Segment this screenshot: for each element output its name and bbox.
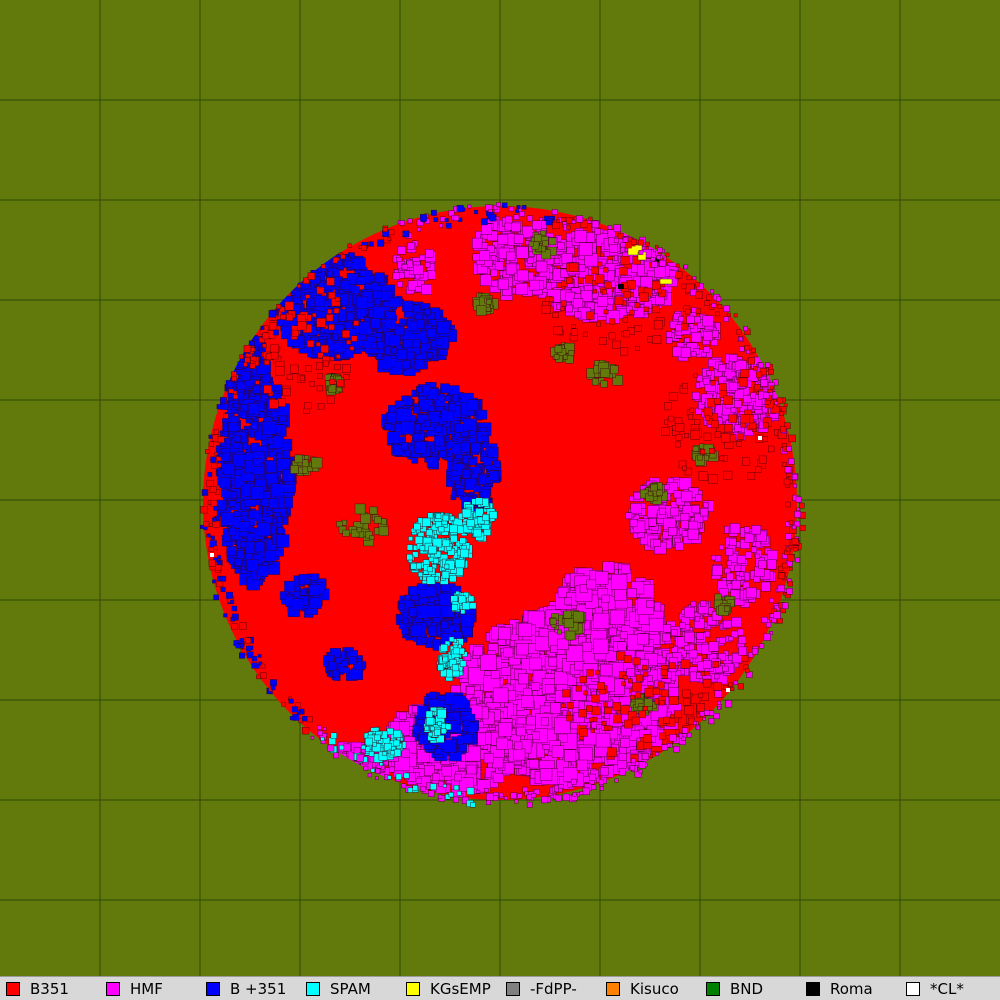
legend-label-spam: SPAM — [330, 980, 371, 998]
legend-label-hmf: HMF — [130, 980, 163, 998]
map-canvas[interactable] — [0, 0, 1000, 976]
legend-swatch-roma — [806, 982, 820, 996]
legend-swatch-b351 — [6, 982, 20, 996]
legend-item-bnd: BND — [706, 981, 763, 997]
legend-swatch-spam — [306, 982, 320, 996]
faction-legend: B351 HMF B +351 SPAM KGsEMP -FdPP- Kisuc… — [0, 976, 1000, 1000]
legend-item-fdpp: -FdPP- — [506, 981, 577, 997]
legend-label-fdpp: -FdPP- — [530, 980, 577, 998]
legend-swatch-fdpp — [506, 982, 520, 996]
legend-item-kgsemp: KGsEMP — [406, 981, 491, 997]
legend-label-roma: Roma — [830, 980, 873, 998]
territory-map[interactable] — [0, 0, 1000, 976]
legend-item-spam: SPAM — [306, 981, 371, 997]
legend-label-bnd: BND — [730, 980, 764, 998]
legend-item-cl: *CL* — [906, 981, 964, 997]
legend-label-b-plus-351: B +351 — [230, 980, 287, 998]
legend-swatch-kisuco — [606, 982, 620, 996]
legend-item-hmf: HMF — [106, 981, 163, 997]
legend-item-kisuco: Kisuco — [606, 981, 679, 997]
legend-swatch-kgsemp — [406, 982, 420, 996]
legend-label-kisuco: Kisuco — [630, 980, 679, 998]
legend-swatch-hmf — [106, 982, 120, 996]
legend-label-kgsemp: KGsEMP — [430, 980, 491, 998]
legend-swatch-cl — [906, 982, 920, 996]
legend-item-roma: Roma — [806, 981, 873, 997]
legend-item-b-plus-351: B +351 — [206, 981, 286, 997]
legend-swatch-bnd — [706, 982, 720, 996]
legend-label-cl: *CL* — [930, 980, 964, 998]
legend-swatch-b-plus-351 — [206, 982, 220, 996]
legend-item-b351: B351 — [6, 981, 69, 997]
legend-label-b351: B351 — [30, 980, 69, 998]
